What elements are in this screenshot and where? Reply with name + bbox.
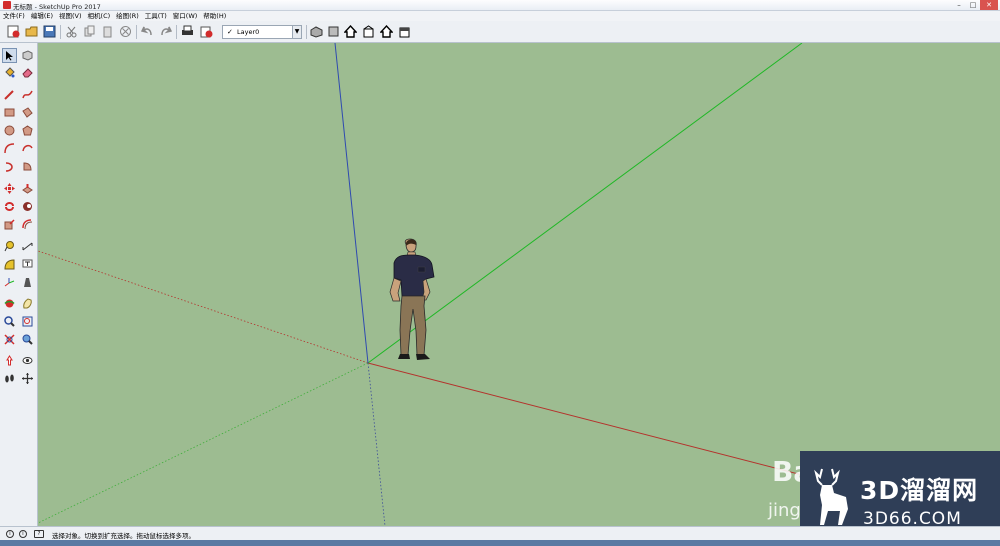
save-icon[interactable]	[42, 24, 57, 39]
walk-footprints-icon[interactable]	[2, 371, 17, 386]
info-icon[interactable]: i	[6, 530, 14, 538]
sketchup-app-icon	[3, 1, 11, 9]
front-view-icon[interactable]	[343, 24, 358, 39]
watermark-brand: 3D溜溜网	[860, 476, 979, 505]
follow-me-icon[interactable]	[20, 199, 35, 214]
axes-icon[interactable]	[2, 275, 17, 290]
blue-axis	[334, 43, 369, 364]
eraser-icon[interactable]	[20, 65, 35, 80]
menu-edit[interactable]: 编辑(E)	[28, 11, 56, 21]
negative-red-axis	[38, 250, 369, 364]
help-icon[interactable]: ?	[34, 530, 44, 538]
layer-dropdown[interactable]: ✓ Layer0 ▼	[222, 25, 302, 39]
minimize-button[interactable]: –	[952, 0, 966, 10]
title-bar: 无标题 - SketchUp Pro 2017 – □ ✕	[0, 0, 1000, 11]
layer-check-icon: ✓	[227, 28, 233, 36]
zoom-window-icon[interactable]	[20, 314, 35, 329]
zoom-icon[interactable]	[2, 314, 17, 329]
status-message: 选择对象。切换到扩充选择。拖动鼠标选择多项。	[52, 532, 195, 540]
3d-text-icon[interactable]	[20, 275, 35, 290]
back-view-icon[interactable]	[379, 24, 394, 39]
green-axis	[367, 43, 803, 364]
zoom-extents-icon[interactable]	[2, 332, 17, 347]
geo-icon[interactable]: i	[19, 530, 27, 538]
three-point-arc-icon[interactable]	[2, 159, 17, 174]
top-view-icon[interactable]	[326, 24, 341, 39]
new-file-icon[interactable]	[6, 24, 21, 39]
maximize-button[interactable]: □	[966, 0, 980, 10]
status-bar: i i ? 选择对象。切换到扩充选择。拖动鼠标选择多项。	[0, 526, 1000, 540]
two-point-arc-icon[interactable]	[20, 141, 35, 156]
menu-tools[interactable]: 工具(T)	[142, 11, 170, 21]
redo-icon[interactable]	[158, 24, 173, 39]
model-info-icon[interactable]	[199, 24, 214, 39]
baidu-watermark-sub: jing	[768, 500, 801, 521]
cut-icon[interactable]	[64, 24, 79, 39]
menu-file[interactable]: 文件(F)	[0, 11, 28, 21]
push-pull-icon[interactable]	[20, 181, 35, 196]
circle-icon[interactable]	[2, 123, 17, 138]
paint-bucket-icon[interactable]	[2, 65, 17, 80]
iso-view-icon[interactable]	[309, 24, 324, 39]
close-button[interactable]: ✕	[980, 0, 998, 10]
menu-bar: 文件(F) 编辑(E) 视图(V) 相机(C) 绘图(R) 工具(T) 窗口(W…	[0, 11, 1000, 21]
window-title: 无标题 - SketchUp Pro 2017	[13, 3, 101, 11]
section-plane-icon[interactable]	[20, 371, 35, 386]
menu-window[interactable]: 窗口(W)	[170, 11, 201, 21]
offset-icon[interactable]	[20, 217, 35, 232]
scale-icon[interactable]	[2, 217, 17, 232]
menu-view[interactable]: 视图(V)	[56, 11, 85, 21]
arc-icon[interactable]	[2, 141, 17, 156]
print-icon[interactable]	[180, 24, 195, 39]
layer-name: Layer0	[237, 28, 260, 36]
menu-help[interactable]: 帮助(H)	[200, 11, 229, 21]
deer-logo-icon	[814, 468, 848, 525]
component-icon[interactable]	[20, 48, 35, 63]
copy-icon[interactable]	[82, 24, 97, 39]
polygon-icon[interactable]	[20, 123, 35, 138]
menu-draw[interactable]: 绘图(R)	[113, 11, 142, 21]
position-camera-icon[interactable]	[2, 353, 17, 368]
line-pencil-icon[interactable]	[2, 87, 17, 102]
tape-measure-icon[interactable]	[2, 239, 17, 254]
text-tool-icon[interactable]	[20, 257, 35, 272]
main-toolbar: ✓ Layer0 ▼	[0, 21, 1000, 43]
select-arrow-icon[interactable]	[2, 48, 17, 63]
rectangle-icon[interactable]	[2, 105, 17, 120]
dimension-icon[interactable]	[20, 239, 35, 254]
rotated-rectangle-icon[interactable]	[20, 105, 35, 120]
erase-icon[interactable]	[118, 24, 133, 39]
look-around-icon[interactable]	[20, 353, 35, 368]
paste-icon[interactable]	[100, 24, 115, 39]
open-folder-icon[interactable]	[24, 24, 39, 39]
window-controls: – □ ✕	[952, 0, 998, 10]
right-view-icon[interactable]	[361, 24, 376, 39]
tool-palette	[0, 43, 38, 526]
previous-view-icon[interactable]	[20, 332, 35, 347]
left-view-icon[interactable]	[397, 24, 412, 39]
freehand-icon[interactable]	[20, 87, 35, 102]
orbit-icon[interactable]	[2, 296, 17, 311]
move-icon[interactable]	[2, 181, 17, 196]
pie-icon[interactable]	[20, 159, 35, 174]
pan-hand-icon[interactable]	[20, 296, 35, 311]
protractor-icon[interactable]	[2, 257, 17, 272]
undo-icon[interactable]	[140, 24, 155, 39]
os-taskbar	[0, 540, 1000, 546]
negative-blue-axis	[367, 362, 386, 526]
chevron-down-icon[interactable]: ▼	[292, 26, 301, 38]
menu-camera[interactable]: 相机(C)	[85, 11, 114, 21]
rotate-icon[interactable]	[2, 199, 17, 214]
negative-green-axis	[38, 362, 369, 524]
